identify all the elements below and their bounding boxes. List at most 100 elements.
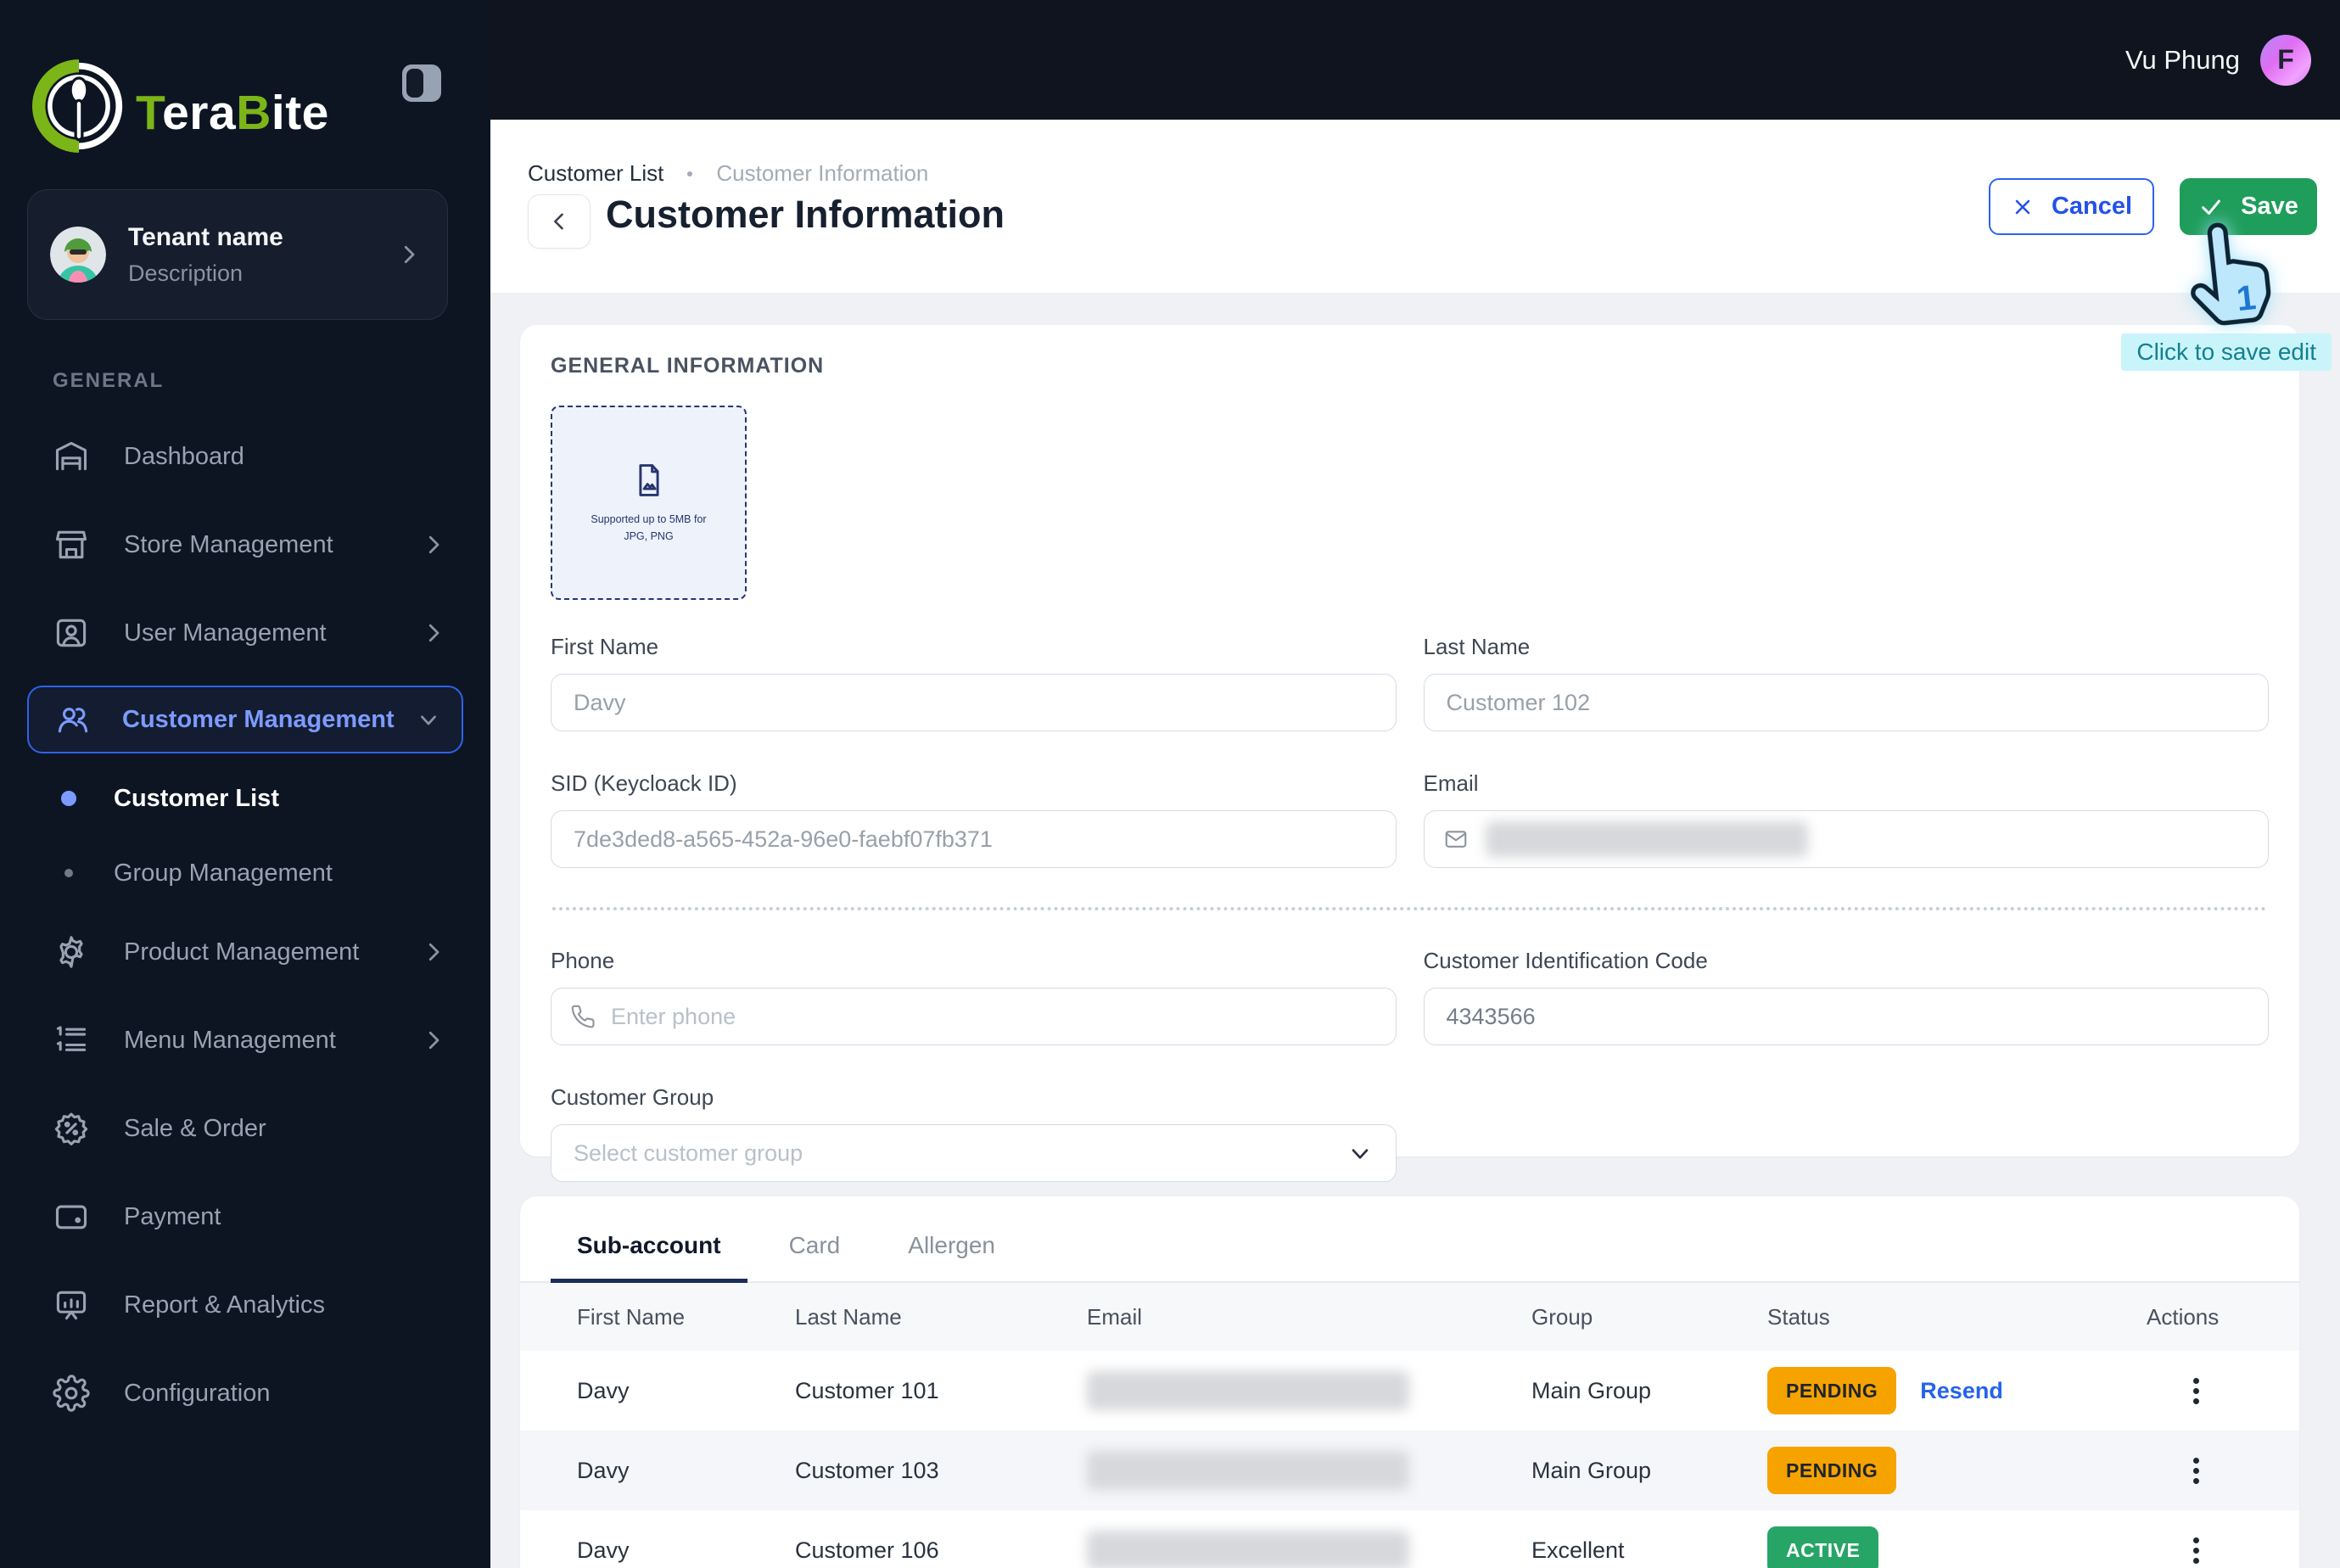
chevron-left-icon xyxy=(554,213,563,230)
sidebar-item-label: Group Management xyxy=(114,859,333,887)
resend-link[interactable]: Resend xyxy=(1920,1378,2003,1404)
chevron-down-icon xyxy=(1352,1149,1368,1159)
sidebar-item-label: User Management xyxy=(124,619,327,647)
avatar-upload-dropzone[interactable]: Supported up to 5MB for JPG, PNG xyxy=(551,406,747,600)
column-header: Actions xyxy=(2147,1303,2220,1330)
sidebar-section-general: GENERAL xyxy=(53,369,165,392)
check-icon xyxy=(2202,199,2220,215)
chevron-right-icon xyxy=(421,939,446,965)
header-actions: Cancel Save xyxy=(1989,178,2317,235)
tab-allergen[interactable]: Allergen xyxy=(908,1232,995,1281)
breadcrumb-current: Customer Information xyxy=(716,160,929,186)
table-header-row: First Name Last Name Email Group Status … xyxy=(520,1283,2299,1351)
row-actions-kebab-icon[interactable] xyxy=(2170,1525,2221,1568)
sidebar-item-menu-management[interactable]: Menu Management xyxy=(0,996,490,1084)
row-actions-kebab-icon[interactable] xyxy=(2170,1445,2221,1496)
row-actions-kebab-icon[interactable] xyxy=(2170,1365,2221,1416)
breadcrumb-parent[interactable]: Customer List xyxy=(528,160,663,187)
gear-flower-icon xyxy=(53,933,90,971)
phone-input[interactable] xyxy=(611,1003,1377,1030)
mail-icon xyxy=(1445,831,1466,848)
table-row: Davy Customer 101 Main Group PENDING Res… xyxy=(520,1351,2299,1431)
cancel-label: Cancel xyxy=(2051,193,2133,220)
user-avatar: F xyxy=(2260,34,2311,86)
sidebar-item-product-management[interactable]: Product Management xyxy=(0,908,490,996)
sidebar-item-configuration[interactable]: Configuration xyxy=(0,1349,490,1437)
sidebar-nav: Dashboard Store Management User Manageme… xyxy=(0,412,490,1437)
breadcrumb: Customer List Customer Information xyxy=(528,160,928,187)
cell-status: PENDING Resend xyxy=(1767,1367,2147,1414)
sidebar-item-group-management[interactable]: Group Management xyxy=(0,838,490,908)
sidebar-item-store-management[interactable]: Store Management xyxy=(0,501,490,589)
brand-name: TeraBite xyxy=(136,85,329,141)
sidebar: TeraBite Tenant name Description GENERAL… xyxy=(0,0,490,1568)
sidebar-item-payment[interactable]: Payment xyxy=(0,1173,490,1261)
cic-label: Customer Identification Code xyxy=(1423,948,1708,973)
cell-first-name: Davy xyxy=(577,1537,630,1563)
cell-last-name: Customer 101 xyxy=(795,1377,939,1403)
sidebar-item-label: Sale & Order xyxy=(124,1114,266,1142)
storefront-icon xyxy=(53,526,90,563)
sidebar-item-sale-order[interactable]: Sale & Order xyxy=(0,1084,490,1173)
save-label: Save xyxy=(2241,193,2298,220)
cell-group: Main Group xyxy=(1531,1377,1652,1403)
breadcrumb-separator-icon xyxy=(687,171,693,176)
sidebar-item-user-management[interactable]: User Management xyxy=(0,589,490,677)
tab-sub-account[interactable]: Sub-account xyxy=(551,1232,747,1283)
customer-group-select[interactable]: Select customer group xyxy=(551,1124,1397,1182)
tenant-card[interactable]: Tenant name Description xyxy=(27,189,448,320)
section-divider xyxy=(552,907,2267,910)
bullet-icon xyxy=(64,869,73,877)
first-name-field-group: First Name xyxy=(551,634,1397,731)
sid-field-group: SID (Keycloack ID) xyxy=(551,770,1397,868)
sidebar-item-customer-list[interactable]: Customer List xyxy=(0,759,490,838)
content-area: Click to save edit GENERAL INFORMATION S… xyxy=(490,293,2340,1568)
cell-first-name: Davy xyxy=(577,1377,630,1403)
customer-group-placeholder: Select customer group xyxy=(574,1140,803,1166)
upload-hint: Supported up to 5MB for JPG, PNG xyxy=(591,512,707,542)
sidebar-item-report-analytics[interactable]: Report & Analytics xyxy=(0,1261,490,1349)
brand-header: TeraBite xyxy=(0,0,490,178)
numbered-list-icon xyxy=(53,1022,90,1059)
column-header: Group xyxy=(1531,1303,1593,1330)
close-icon xyxy=(2015,199,2030,214)
user-card-icon xyxy=(53,614,90,652)
brand-part: B xyxy=(236,86,272,140)
redacted-email-value xyxy=(1087,1531,1409,1568)
section-title: GENERAL INFORMATION xyxy=(551,354,825,378)
email-field-group: Email xyxy=(1423,770,2269,868)
column-header: Status xyxy=(1767,1303,1830,1330)
last-name-field-group: Last Name xyxy=(1423,634,2269,731)
status-badge: ACTIVE xyxy=(1767,1526,1879,1568)
email-field[interactable] xyxy=(1423,810,2269,868)
customer-identification-code-input[interactable] xyxy=(1423,988,2269,1045)
avatar-initial: F xyxy=(2277,44,2294,75)
table-row: Davy Customer 106 Excellent ACTIVE xyxy=(520,1510,2299,1568)
app-root: TeraBite Tenant name Description GENERAL… xyxy=(0,0,2340,1568)
topbar: Vu Phung F xyxy=(490,0,2340,120)
cic-field-group: Customer Identification Code xyxy=(1423,948,2269,1045)
last-name-input[interactable] xyxy=(1423,674,2269,731)
save-button[interactable]: Save xyxy=(2180,178,2317,235)
first-name-input[interactable] xyxy=(551,674,1397,731)
sid-input[interactable] xyxy=(551,810,1397,868)
sidebar-item-label: Report & Analytics xyxy=(124,1291,325,1319)
tab-card[interactable]: Card xyxy=(789,1232,841,1281)
cancel-button[interactable]: Cancel xyxy=(1989,178,2154,235)
cell-status: ACTIVE xyxy=(1767,1526,2147,1568)
discount-badge-icon xyxy=(53,1110,90,1147)
sidebar-item-label: Menu Management xyxy=(124,1026,336,1054)
sidebar-item-label: Customer List xyxy=(114,784,279,812)
user-menu[interactable]: Vu Phung F xyxy=(2125,0,2311,120)
phone-label: Phone xyxy=(551,948,615,973)
wallet-icon xyxy=(53,1198,90,1235)
sidebar-item-dashboard[interactable]: Dashboard xyxy=(0,412,490,501)
back-button[interactable] xyxy=(528,194,591,249)
sidebar-collapse-toggle-icon[interactable] xyxy=(402,64,441,102)
status-badge: PENDING xyxy=(1767,1367,1897,1414)
chevron-right-icon xyxy=(396,242,422,267)
sidebar-item-customer-management[interactable]: Customer Management xyxy=(27,686,463,753)
phone-icon xyxy=(571,1005,595,1028)
sidebar-item-label: Store Management xyxy=(124,530,333,558)
sidebar-item-label: Payment xyxy=(124,1202,221,1230)
